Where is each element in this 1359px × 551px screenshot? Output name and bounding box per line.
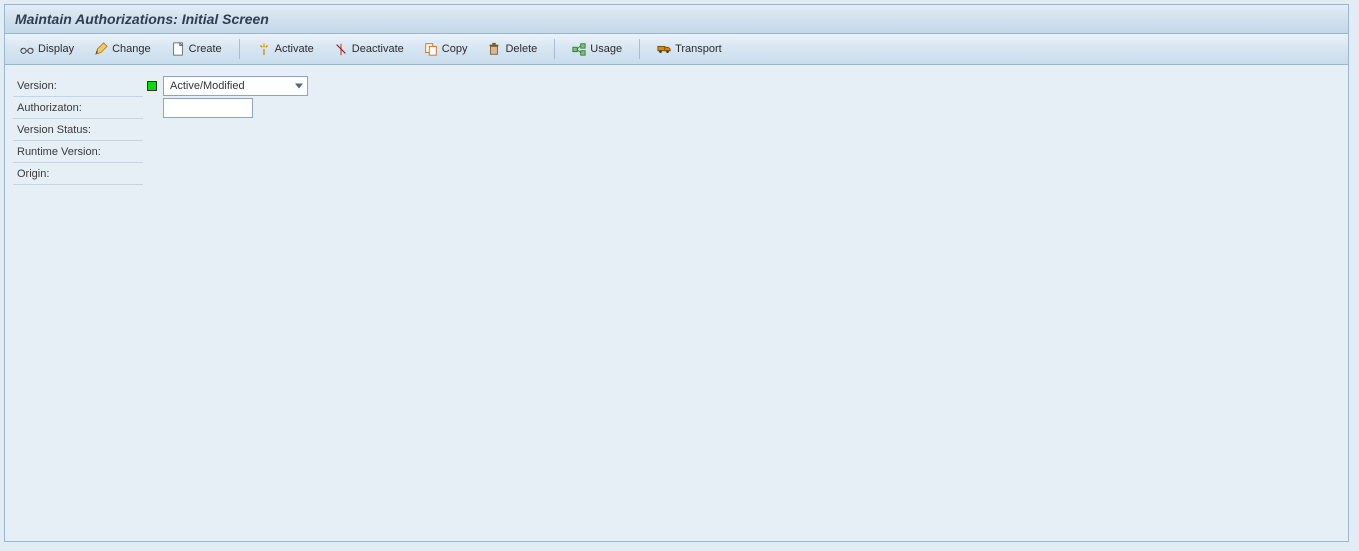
version-label: Version: [13, 75, 143, 97]
separator [239, 39, 240, 59]
origin-row: Origin: [13, 163, 1340, 185]
deactivate-label: Deactivate [352, 43, 404, 55]
version-status-row: Version Status: [13, 119, 1340, 141]
page-icon [171, 42, 185, 56]
transport-button[interactable]: Transport [648, 38, 731, 60]
runtime-version-label: Runtime Version: [13, 141, 143, 163]
display-button[interactable]: Display [11, 38, 83, 60]
change-button[interactable]: Change [85, 38, 160, 60]
wand-off-icon [334, 42, 348, 56]
wand-icon [257, 42, 271, 56]
glasses-icon [20, 42, 34, 56]
authorization-label: Authorizaton: [13, 97, 143, 119]
transport-label: Transport [675, 43, 722, 55]
usage-icon [572, 42, 586, 56]
display-label: Display [38, 43, 74, 55]
version-status-label: Version Status: [13, 119, 143, 141]
usage-button[interactable]: Usage [563, 38, 631, 60]
separator [554, 39, 555, 59]
status-indicator-icon [147, 81, 157, 91]
chevron-down-icon [295, 84, 303, 89]
runtime-version-row: Runtime Version: [13, 141, 1340, 163]
version-row: Version: Active/Modified [13, 75, 1340, 97]
deactivate-button[interactable]: Deactivate [325, 38, 413, 60]
create-label: Create [189, 43, 222, 55]
origin-label: Origin: [13, 163, 143, 185]
version-select-value: Active/Modified [170, 80, 245, 92]
delete-button[interactable]: Delete [478, 38, 546, 60]
change-label: Change [112, 43, 151, 55]
pencil-icon [94, 42, 108, 56]
create-button[interactable]: Create [162, 38, 231, 60]
copy-icon [424, 42, 438, 56]
authorization-input[interactable] [163, 98, 253, 118]
authorization-row: Authorizaton: [13, 97, 1340, 119]
trash-icon [487, 42, 501, 56]
copy-label: Copy [442, 43, 468, 55]
version-select[interactable]: Active/Modified [163, 76, 308, 96]
separator [639, 39, 640, 59]
toolbar: Display Change Create Activate Dea [5, 34, 1348, 65]
usage-label: Usage [590, 43, 622, 55]
page-title: Maintain Authorizations: Initial Screen [15, 11, 269, 27]
activate-button[interactable]: Activate [248, 38, 323, 60]
content-area: Version: Active/Modified Authorizaton: V… [5, 65, 1348, 541]
activate-label: Activate [275, 43, 314, 55]
app-window: Maintain Authorizations: Initial Screen … [4, 4, 1349, 542]
delete-label: Delete [505, 43, 537, 55]
title-bar: Maintain Authorizations: Initial Screen [5, 5, 1348, 34]
truck-icon [657, 42, 671, 56]
copy-button[interactable]: Copy [415, 38, 477, 60]
